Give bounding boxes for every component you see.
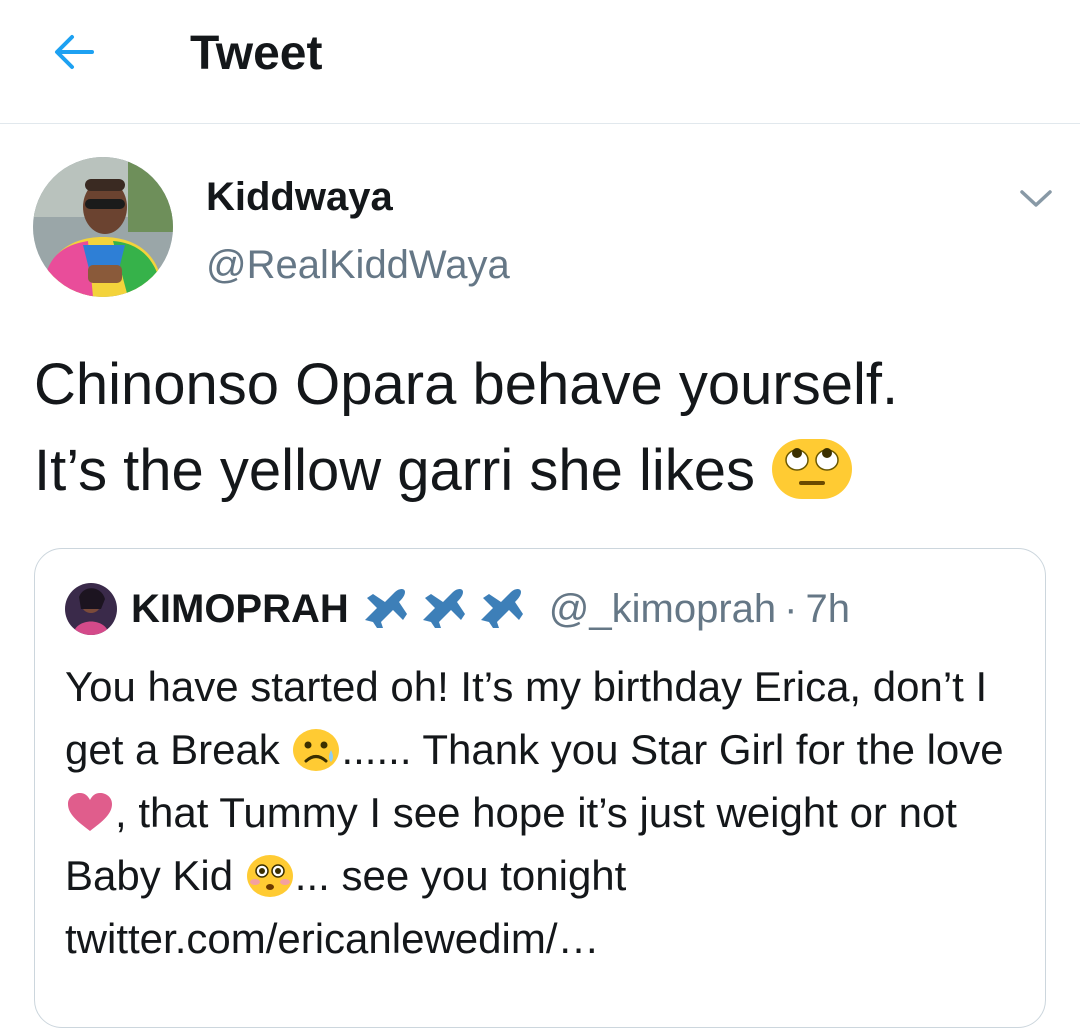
quoted-header: KIMOPRAH @_kimoprah · 7h	[131, 579, 850, 639]
author-display-name[interactable]: Kiddwaya	[206, 172, 393, 222]
tweet-text-line-1: Chinonso Opara behave yourself.	[34, 352, 899, 417]
tweet-text: Chinonso Opara behave yourself. It’s the …	[34, 342, 1064, 514]
quoted-text-part-2: ...... Thank you Star Girl for the love	[341, 726, 1004, 773]
quoted-handle: @_kimoprah	[548, 587, 777, 631]
quoted-text: You have started oh! It’s my birthday Er…	[65, 655, 1025, 970]
chevron-down-icon	[1020, 190, 1052, 207]
author-handle[interactable]: @RealKiddWaya	[206, 240, 510, 290]
heart-emoji-icon	[68, 793, 112, 831]
quoted-avatar	[65, 583, 117, 635]
arrow-left-icon	[55, 35, 94, 69]
tweet-text-line-2: It’s the yellow garri she likes	[34, 438, 756, 503]
quoted-display-name: KIMOPRAH	[131, 587, 349, 631]
back-button[interactable]	[48, 26, 100, 78]
sad-face-emoji-icon	[293, 729, 340, 771]
rolling-eyes-emoji-icon	[772, 439, 853, 499]
airplane-emojis-icon	[364, 589, 523, 628]
tweet-menu-button[interactable]	[1016, 180, 1056, 216]
quoted-separator: ·	[784, 587, 798, 631]
top-bar: Tweet	[0, 0, 1080, 124]
quoted-time: 7h	[805, 587, 850, 631]
avatar[interactable]	[33, 157, 173, 297]
page-title: Tweet	[190, 27, 323, 80]
quoted-tweet-card[interactable]: KIMOPRAH @_kimoprah · 7h You have started …	[34, 548, 1046, 1028]
flushed-face-emoji-icon	[246, 855, 293, 897]
